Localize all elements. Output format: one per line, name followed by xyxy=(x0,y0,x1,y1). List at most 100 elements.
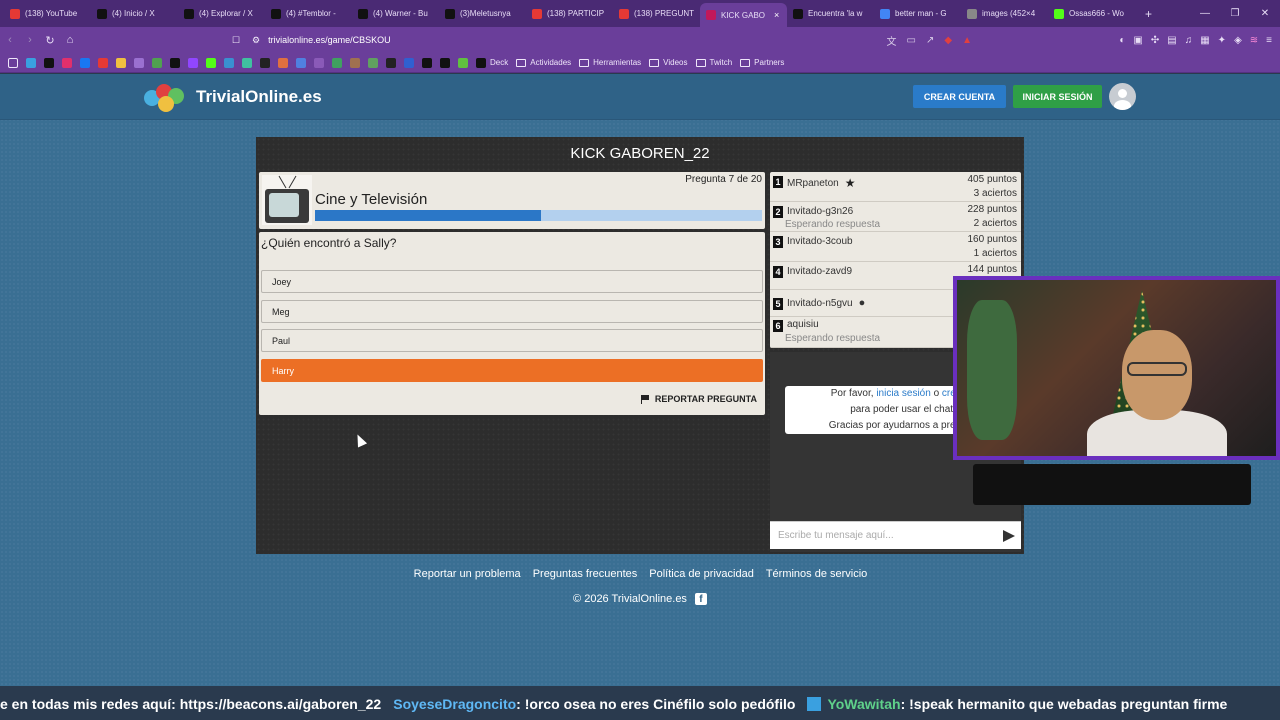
home-icon[interactable]: ⌂ xyxy=(60,34,80,46)
shield-icon[interactable]: ◆ xyxy=(944,35,952,46)
browser-tab[interactable]: (138) YouTube xyxy=(4,0,91,27)
browser-tab[interactable]: (4) #Temblor - xyxy=(265,0,352,27)
footer-link-report[interactable]: Reportar un problema xyxy=(413,568,521,580)
bookmark-favicon[interactable] xyxy=(224,57,234,68)
apps-icon[interactable] xyxy=(8,57,18,68)
site-info-icon[interactable]: ⚙ xyxy=(252,35,260,46)
reload-icon[interactable]: ↻ xyxy=(40,34,60,47)
send-icon[interactable] xyxy=(1003,530,1015,542)
sparkle-icon[interactable]: ✦ xyxy=(1218,35,1226,46)
bookmark-favicon[interactable] xyxy=(26,57,36,68)
browser-tab[interactable]: (3)Meletusnya xyxy=(439,0,526,27)
extension-icon[interactable]: ◐ xyxy=(1119,35,1125,46)
close-window-icon[interactable]: ✕ xyxy=(1250,8,1280,19)
player-points: 405 puntos xyxy=(967,174,1018,185)
answer-option[interactable]: Joey xyxy=(261,270,763,293)
bookmark-favicon[interactable] xyxy=(440,57,450,68)
puzzle-icon[interactable]: ✣ xyxy=(1151,35,1159,46)
bookmark-favicon[interactable] xyxy=(260,57,270,68)
chat-input[interactable]: Escribe tu mensaje aquí... xyxy=(770,521,1021,549)
bookmark-folder-actividades[interactable]: Actividades xyxy=(516,58,571,67)
close-tab-icon[interactable]: × xyxy=(774,10,779,20)
bookmark-favicon[interactable] xyxy=(296,57,306,68)
bookmark-favicon[interactable] xyxy=(350,57,360,68)
bookmark-favicon[interactable] xyxy=(386,57,396,68)
facebook-icon[interactable] xyxy=(80,57,90,68)
address-bar[interactable]: ☐ ⚙ trivialonline.es/game/CBSKOU 文 ▭ ↗ ◆… xyxy=(232,30,972,50)
kick-icon[interactable] xyxy=(206,57,216,68)
answer-option[interactable]: Paul xyxy=(261,329,763,352)
bookmark-favicon[interactable] xyxy=(134,57,144,68)
star-icon: ★ xyxy=(844,176,856,190)
browser-tab[interactable]: Encuentra 'la w xyxy=(787,0,874,27)
browser-tab[interactable]: (4) Warner - Bu xyxy=(352,0,439,27)
browser-tab[interactable]: (138) PARTICIP xyxy=(526,0,613,27)
bookmark-favicon[interactable] xyxy=(404,57,414,68)
bookmark-favicon[interactable] xyxy=(152,57,162,68)
answer-option-selected[interactable]: Harry xyxy=(261,359,763,382)
x-icon[interactable] xyxy=(170,57,180,68)
bookmark-favicon[interactable] xyxy=(332,57,342,68)
user-avatar-icon[interactable] xyxy=(1109,83,1136,110)
browser-tab-active[interactable]: KICK GABO × xyxy=(700,3,787,27)
footer-link-faq[interactable]: Preguntas frecuentes xyxy=(532,568,638,580)
ticker-username: SoyeseDragoncito xyxy=(393,696,517,712)
player-hits: 3 aciertos xyxy=(973,188,1017,199)
instagram-icon[interactable] xyxy=(62,57,72,68)
browser-tab[interactable]: better man - G xyxy=(874,0,961,27)
url-text[interactable]: trivialonline.es/game/CBSKOU xyxy=(268,35,391,45)
sidebar-icon[interactable]: ▤ xyxy=(1167,35,1176,46)
player-status: Esperando respuesta xyxy=(785,333,881,344)
bookmark-folder-twitch[interactable]: Twitch xyxy=(695,58,732,67)
browser-tab[interactable]: (4) Explorar / X xyxy=(178,0,265,27)
tab-label: Ossas666 - Wo xyxy=(1069,9,1124,18)
browser-tab[interactable]: Ossas666 - Wo xyxy=(1048,0,1135,27)
vpn-icon[interactable]: ◈ xyxy=(1234,35,1242,46)
bookmark-favicon[interactable] xyxy=(242,57,252,68)
extension-icon[interactable]: ≋ xyxy=(1250,35,1258,46)
share-icon[interactable]: ↗ xyxy=(926,35,934,46)
menu-icon[interactable]: ≡ xyxy=(1266,35,1272,46)
bookmark-icon[interactable]: ☐ xyxy=(232,35,240,46)
player-rank: 5 xyxy=(773,298,783,310)
tab-label: (4) Explorar / X xyxy=(199,9,253,18)
minimize-icon[interactable]: — xyxy=(1190,8,1220,19)
twitch-icon[interactable] xyxy=(188,57,198,68)
login-link[interactable]: inicia sesión xyxy=(876,388,930,399)
bookmark-folder-herramientas[interactable]: Herramientas xyxy=(579,58,641,67)
new-tab-icon[interactable]: + xyxy=(1135,7,1162,21)
music-icon[interactable]: ♫ xyxy=(1185,35,1193,46)
bookmark-folder-partners[interactable]: Partners xyxy=(740,58,784,67)
back-icon[interactable]: ‹ xyxy=(0,34,20,46)
browser-tab[interactable]: (4) Inicio / X xyxy=(91,0,178,27)
answer-option[interactable]: Meg xyxy=(261,300,763,323)
tab-label: (4) Inicio / X xyxy=(112,9,155,18)
bookmark-folder-deck[interactable]: Deck xyxy=(476,57,508,68)
translate-icon[interactable]: 文 xyxy=(887,33,897,48)
browser-tab[interactable]: images (452×4 xyxy=(961,0,1048,27)
restore-icon[interactable]: ❐ xyxy=(1220,8,1250,19)
bookmark-favicon[interactable] xyxy=(278,57,288,68)
footer-link-privacy[interactable]: Política de privacidad xyxy=(648,568,754,580)
create-account-button[interactable]: CREAR CUENTA xyxy=(913,85,1006,108)
alert-icon[interactable]: ▲ xyxy=(962,35,972,46)
bookmark-favicon[interactable] xyxy=(368,57,378,68)
site-logo[interactable]: TrivialOnline.es xyxy=(144,82,322,112)
room-title: KICK GABOREN_22 xyxy=(570,145,710,162)
bookmark-favicon[interactable] xyxy=(314,57,324,68)
bookmark-favicon[interactable] xyxy=(458,57,468,68)
facebook-icon[interactable]: f xyxy=(694,593,707,605)
tiktok-icon[interactable] xyxy=(44,57,54,68)
forward-icon[interactable]: › xyxy=(20,34,40,46)
cast-icon[interactable]: ▭ xyxy=(907,35,916,46)
youtube-icon[interactable] xyxy=(98,57,108,68)
bookmark-folder-videos[interactable]: Videos xyxy=(649,58,688,67)
browser-tab[interactable]: (138) PREGUNT xyxy=(613,0,700,27)
bookmark-favicon[interactable] xyxy=(116,57,126,68)
extension-icon[interactable]: ▣ xyxy=(1133,35,1142,46)
footer-link-terms[interactable]: Términos de servicio xyxy=(765,568,867,580)
login-button[interactable]: INICIAR SESIÓN xyxy=(1013,85,1102,108)
report-question-button[interactable]: REPORTAR PREGUNTA xyxy=(640,394,757,404)
bookmark-favicon[interactable] xyxy=(422,57,432,68)
wallet-icon[interactable]: ▦ xyxy=(1200,35,1209,46)
